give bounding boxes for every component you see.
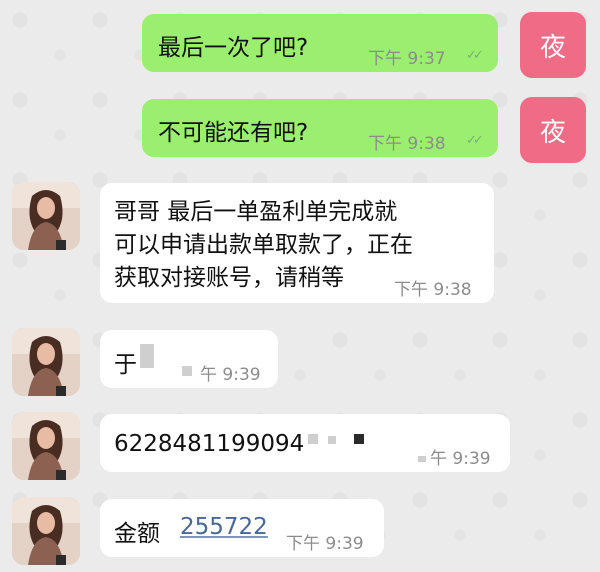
redaction-mask: [182, 366, 192, 376]
redaction-mask: [418, 456, 426, 462]
user-avatar-photo-icon: [12, 412, 80, 480]
incoming-message-bubble[interactable]: 于 午 9:39: [100, 330, 278, 388]
message-time: 午 9:39: [200, 365, 261, 385]
user-avatar-photo-icon: [12, 182, 80, 250]
double-check-icon: ✓✓: [466, 48, 484, 63]
contact-avatar[interactable]: [12, 497, 80, 565]
contact-avatar[interactable]: [12, 328, 80, 396]
incoming-message-bubble[interactable]: 6228481199094 午 9:39: [100, 414, 510, 472]
redaction-mask: [328, 436, 336, 444]
contact-avatar[interactable]: [12, 412, 80, 480]
outgoing-message-bubble[interactable]: 最后一次了吧? 下午 9:37 ✓✓: [142, 14, 498, 72]
avatar-label: 夜: [539, 32, 566, 63]
user-avatar-photo-icon: [12, 497, 80, 565]
message-time: 下午 9:37: [368, 49, 446, 69]
message-line: 获取对接账号，请稍等: [114, 265, 344, 291]
redaction-mask: [140, 344, 154, 368]
amount-link[interactable]: 255722: [180, 514, 268, 540]
self-avatar[interactable]: 夜: [520, 12, 586, 78]
redaction-mask: [308, 434, 318, 444]
amount-label: 金额: [114, 521, 160, 547]
contact-avatar[interactable]: [12, 182, 80, 250]
message-time: 下午 9:38: [394, 280, 472, 300]
message-line: 哥哥 最后一单盈利单完成就: [114, 199, 398, 225]
avatar-label: 夜: [539, 117, 566, 148]
redaction-mask: [354, 434, 364, 444]
incoming-message-bubble[interactable]: 金额 255722 下午 9:39: [100, 499, 384, 557]
message-text: 于: [114, 352, 137, 378]
message-text: 不可能还有吧?: [158, 120, 309, 146]
message-time: 午 9:39: [430, 449, 491, 469]
double-check-icon: ✓✓: [466, 133, 484, 148]
message-line: 可以申请出款单取款了，正在: [114, 232, 413, 258]
message-text: 最后一次了吧?: [158, 35, 309, 61]
outgoing-message-bubble[interactable]: 不可能还有吧? 下午 9:38 ✓✓: [142, 99, 498, 157]
incoming-message-bubble[interactable]: 哥哥 最后一单盈利单完成就 可以申请出款单取款了，正在 获取对接账号，请稍等 下…: [100, 183, 494, 303]
message-time: 下午 9:39: [286, 534, 364, 554]
user-avatar-photo-icon: [12, 328, 80, 396]
self-avatar[interactable]: 夜: [520, 97, 586, 163]
message-text: 6228481199094: [114, 431, 305, 457]
message-time: 下午 9:38: [368, 134, 446, 154]
